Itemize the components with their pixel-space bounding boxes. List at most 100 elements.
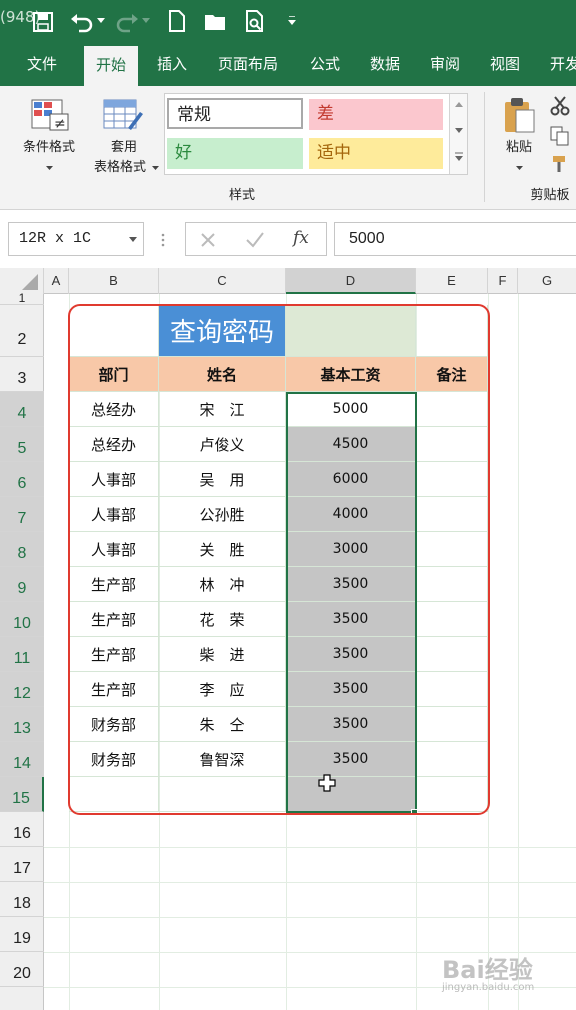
remark-cell[interactable]: [416, 637, 488, 672]
dept-cell[interactable]: 生产部: [69, 567, 159, 602]
name-cell[interactable]: 公孙胜: [159, 497, 286, 532]
row-header[interactable]: 17: [0, 847, 44, 882]
format-painter-icon[interactable]: [550, 154, 570, 174]
tab-insert[interactable]: 插入: [157, 44, 187, 86]
remark-cell[interactable]: [416, 392, 488, 427]
dept-cell[interactable]: 总经办: [69, 427, 159, 462]
name-box[interactable]: 12R x 1C: [8, 222, 144, 256]
salary-cell[interactable]: 3500: [286, 602, 416, 637]
row-header[interactable]: 2: [0, 305, 44, 357]
dept-cell[interactable]: 生产部: [69, 672, 159, 707]
dept-cell[interactable]: 财务部: [69, 707, 159, 742]
save-icon[interactable]: [32, 11, 54, 33]
dept-cell[interactable]: [69, 777, 159, 812]
row-header[interactable]: 1: [0, 292, 44, 305]
dept-cell[interactable]: 人事部: [69, 462, 159, 497]
salary-cell[interactable]: 4000: [286, 497, 416, 532]
insert-function-icon[interactable]: fx: [293, 228, 309, 248]
name-cell[interactable]: [159, 777, 286, 812]
name-cell[interactable]: 林 冲: [159, 567, 286, 602]
header-remark[interactable]: 备注: [416, 357, 488, 392]
name-cell[interactable]: 卢俊义: [159, 427, 286, 462]
remark-cell[interactable]: [416, 777, 488, 812]
scroll-up-icon[interactable]: [455, 102, 463, 108]
row-header[interactable]: 15: [0, 777, 44, 812]
row-header[interactable]: 16: [0, 812, 44, 847]
column-header-c[interactable]: C: [159, 268, 286, 294]
remark-cell[interactable]: [416, 427, 488, 462]
name-cell[interactable]: 李 应: [159, 672, 286, 707]
copy-icon[interactable]: [550, 126, 570, 146]
sheet-title[interactable]: 查询密码: [159, 305, 286, 357]
name-cell[interactable]: 鲁智深: [159, 742, 286, 777]
salary-cell[interactable]: 3500: [286, 637, 416, 672]
enter-icon[interactable]: [246, 232, 264, 248]
salary-cell[interactable]: [286, 777, 416, 812]
header-name[interactable]: 姓名: [159, 357, 286, 392]
tab-home[interactable]: 开始: [84, 46, 139, 86]
row-header[interactable]: 18: [0, 882, 44, 917]
row-header[interactable]: 4: [0, 392, 44, 427]
dept-cell[interactable]: 生产部: [69, 637, 159, 672]
redo-dropdown-icon[interactable]: [142, 18, 150, 24]
tab-file[interactable]: 文件: [27, 44, 57, 86]
new-file-icon[interactable]: [168, 10, 186, 32]
style-good[interactable]: 好: [167, 138, 303, 169]
remark-cell[interactable]: [416, 462, 488, 497]
name-cell[interactable]: 吴 用: [159, 462, 286, 497]
conditional-format-button[interactable]: ≠ 条件格式: [8, 94, 90, 184]
cell-b2[interactable]: [69, 305, 159, 357]
remark-cell[interactable]: [416, 497, 488, 532]
row-header[interactable]: 3: [0, 357, 44, 392]
remark-cell[interactable]: [416, 742, 488, 777]
tab-review[interactable]: 审阅: [430, 44, 460, 86]
gallery-scroll[interactable]: [449, 94, 467, 174]
salary-cell[interactable]: 3500: [286, 672, 416, 707]
open-folder-icon[interactable]: [204, 12, 228, 32]
remark-cell[interactable]: [416, 567, 488, 602]
row-header[interactable]: 9: [0, 567, 44, 602]
column-header-g[interactable]: G: [518, 268, 576, 294]
cut-icon[interactable]: [550, 96, 570, 116]
salary-cell[interactable]: 3500: [286, 567, 416, 602]
name-cell[interactable]: 朱 仝: [159, 707, 286, 742]
name-box-dropdown-icon[interactable]: [129, 237, 137, 243]
gallery-more-icon[interactable]: [455, 152, 463, 162]
row-header[interactable]: 5: [0, 427, 44, 462]
header-salary[interactable]: 基本工资: [286, 357, 416, 392]
row-header[interactable]: 10: [0, 602, 44, 637]
style-neutral[interactable]: 适中: [309, 138, 443, 169]
style-bad[interactable]: 差: [309, 99, 443, 130]
remark-cell[interactable]: [416, 707, 488, 742]
name-cell[interactable]: 花 荣: [159, 602, 286, 637]
style-normal[interactable]: 常规: [167, 98, 303, 129]
salary-cell[interactable]: 3000: [286, 532, 416, 567]
remark-cell[interactable]: [416, 672, 488, 707]
tab-formulas[interactable]: 公式: [310, 44, 340, 86]
tab-data[interactable]: 数据: [370, 44, 400, 86]
dept-cell[interactable]: 人事部: [69, 532, 159, 567]
column-header-b[interactable]: B: [69, 268, 159, 294]
column-header-f[interactable]: F: [488, 268, 518, 294]
column-header-a[interactable]: A: [44, 268, 69, 294]
cell-e2[interactable]: [416, 305, 488, 357]
tab-view[interactable]: 视图: [490, 44, 520, 86]
dept-cell[interactable]: 总经办: [69, 392, 159, 427]
fill-handle[interactable]: [411, 809, 418, 816]
tab-developer[interactable]: 开发: [550, 44, 576, 86]
dept-cell[interactable]: 财务部: [69, 742, 159, 777]
row-header[interactable]: 6: [0, 462, 44, 497]
scroll-down-icon[interactable]: [455, 128, 463, 134]
row-header[interactable]: 20: [0, 952, 44, 987]
dept-cell[interactable]: 人事部: [69, 497, 159, 532]
worksheet-grid[interactable]: 查询密码 部门 姓名 基本工资 备注 总经办 宋 江 5000 总经办 卢俊义 …: [44, 294, 576, 1010]
row-header[interactable]: 7: [0, 497, 44, 532]
name-cell[interactable]: 关 胜: [159, 532, 286, 567]
column-header-e[interactable]: E: [416, 268, 488, 294]
salary-cell[interactable]: 3500: [286, 707, 416, 742]
undo-icon[interactable]: [70, 11, 94, 33]
salary-cell[interactable]: 4500: [286, 427, 416, 462]
salary-cell[interactable]: 6000: [286, 462, 416, 497]
row-header[interactable]: 13: [0, 707, 44, 742]
row-header[interactable]: 19: [0, 917, 44, 952]
